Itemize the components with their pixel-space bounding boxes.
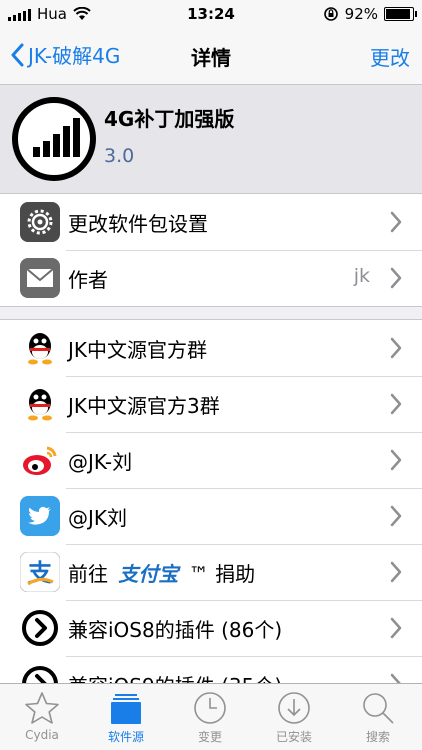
chevron-right-icon xyxy=(390,337,402,359)
tab-bar: Cydia 软件源 变更 已安装 搜索 xyxy=(0,683,422,750)
chevron-right-icon xyxy=(390,267,402,289)
tab-label: 软件源 xyxy=(107,730,144,744)
navigation-bar: JK-破解4G 详情 更改 xyxy=(0,28,422,85)
chevron-right-icon xyxy=(390,211,402,233)
author-value: jk xyxy=(353,265,370,287)
row-label: 兼容iOS8的插件 (86个) xyxy=(68,618,283,642)
package-header: 4G补丁加强版 3.0 xyxy=(0,85,422,194)
chevron-right-icon xyxy=(390,449,402,471)
chevron-right-icon xyxy=(390,393,402,415)
row-label: 更改软件包设置 xyxy=(68,212,208,236)
tab-label: Cydia xyxy=(25,728,59,742)
row-label: JK中文源官方群 xyxy=(68,338,208,362)
alipay-icon: 支 xyxy=(20,552,60,592)
rotation-lock-icon xyxy=(323,7,338,21)
row-label: JK中文源官方3群 xyxy=(68,394,220,418)
tab-installed[interactable]: 已安装 xyxy=(252,690,336,745)
settings-section: 更改软件包设置 作者 jk xyxy=(0,193,422,307)
status-bar: Hua 13:24 92% xyxy=(0,0,422,28)
star-icon xyxy=(25,692,59,724)
tab-label: 已安装 xyxy=(275,730,312,744)
weibo-row[interactable]: @JK-刘 xyxy=(0,432,422,488)
modify-button[interactable]: 更改 xyxy=(370,42,410,71)
qq-group-3-row[interactable]: JK中文源官方3群 xyxy=(0,376,422,432)
qq-icon xyxy=(20,328,60,368)
arrow-circle-icon xyxy=(20,608,60,648)
tab-label: 搜索 xyxy=(365,730,390,744)
row-label-suffix: ™ 捐助 xyxy=(188,562,256,586)
qq-group-row[interactable]: JK中文源官方群 xyxy=(0,320,422,376)
links-section: JK中文源官方群 JK中文源官方3群 @JK-刘 @JK刘 支 前往 支付宝 ™… xyxy=(0,319,422,713)
weibo-icon xyxy=(20,440,60,480)
mail-icon xyxy=(20,258,60,298)
search-icon xyxy=(363,693,394,724)
download-icon xyxy=(278,692,310,724)
row-label: @JK刘 xyxy=(68,506,128,530)
tab-sources[interactable]: 软件源 xyxy=(84,690,168,745)
twitter-icon xyxy=(20,496,60,536)
battery-percent: 92% xyxy=(344,5,378,23)
ios8-plugins-row[interactable]: 兼容iOS8的插件 (86个) xyxy=(0,600,422,656)
row-label: 前往 支付宝 ™ 捐助 xyxy=(68,558,255,587)
row-label-prefix: 前往 xyxy=(68,562,108,586)
package-name: 4G补丁加强版 xyxy=(104,107,235,131)
sources-icon xyxy=(111,694,141,724)
qq-icon xyxy=(20,384,60,424)
gear-icon xyxy=(20,202,60,242)
tab-search[interactable]: 搜索 xyxy=(336,690,420,745)
tab-label: 变更 xyxy=(197,730,222,744)
page-title: 详情 xyxy=(191,46,231,70)
tab-cydia[interactable]: Cydia xyxy=(0,690,84,742)
alipay-wordmark: 支付宝 xyxy=(118,562,179,586)
row-label: @JK-刘 xyxy=(68,450,133,474)
change-package-settings-row[interactable]: 更改软件包设置 xyxy=(0,194,422,250)
chevron-right-icon xyxy=(390,561,402,583)
tab-changes[interactable]: 变更 xyxy=(168,690,252,745)
twitter-row[interactable]: @JK刘 xyxy=(0,488,422,544)
row-label: 作者 xyxy=(68,268,108,292)
clock-icon xyxy=(194,692,226,724)
chevron-right-icon xyxy=(390,617,402,639)
chevron-right-icon xyxy=(390,505,402,527)
author-row[interactable]: 作者 jk xyxy=(0,250,422,306)
package-version: 3.0 xyxy=(104,145,135,167)
alipay-donate-row[interactable]: 支 前往 支付宝 ™ 捐助 xyxy=(0,544,422,600)
package-icon xyxy=(12,97,96,181)
battery-icon xyxy=(384,7,417,21)
